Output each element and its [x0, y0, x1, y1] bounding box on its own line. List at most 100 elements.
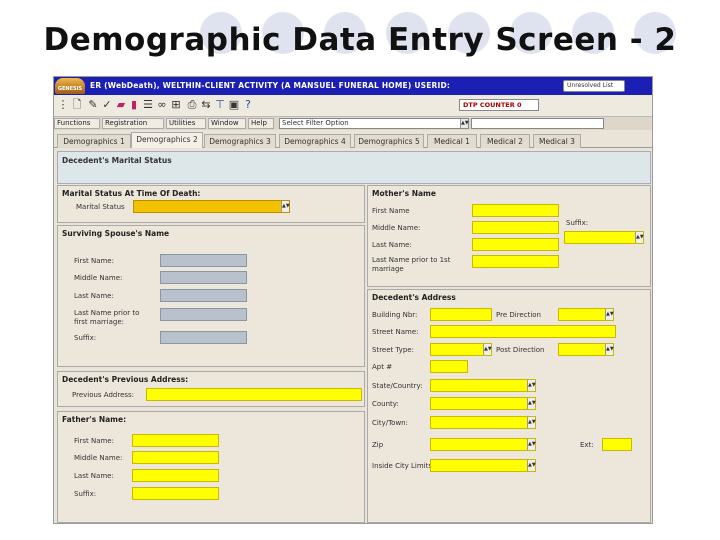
dropdown-arrow-icon[interactable]: ▲▼ [527, 460, 536, 471]
binoculars-icon[interactable]: ∞ [156, 98, 168, 112]
genesis-logo: GENESIS [55, 78, 85, 94]
zip-ext-label: Ext: [580, 441, 594, 449]
apt-number-label: Apt # [372, 363, 393, 371]
street-name-label: Street Name: [372, 328, 419, 336]
county-label: County: [372, 400, 399, 408]
father-name-title: Father's Name: [62, 415, 127, 424]
tab-demographics-5[interactable]: Demographics 5 [354, 134, 424, 148]
menu-functions[interactable]: Functions [54, 118, 100, 129]
father-last-name-label: Last Name: [74, 472, 114, 480]
edit-document-icon[interactable]: ✎ [87, 98, 99, 112]
dropdown-arrow-icon[interactable]: ▲▼ [527, 439, 536, 450]
print-icon[interactable]: ⎙ [186, 98, 198, 112]
dropdown-arrow-icon[interactable]: ▲▼ [460, 119, 469, 128]
dropdown-arrow-icon[interactable]: ▲▼ [483, 344, 492, 355]
marital-status-banner: Decedent's Marital Status [57, 151, 651, 184]
zip-ext-input[interactable] [602, 438, 632, 451]
dropdown-arrow-icon[interactable]: ▲▼ [281, 201, 290, 212]
spouse-suffix-input[interactable] [160, 331, 247, 344]
previous-address-title: Decedent's Previous Address: [62, 375, 189, 384]
city-town-label: City/Town: [372, 419, 408, 427]
father-suffix-input[interactable] [132, 487, 219, 500]
state-country-select[interactable]: ▲▼ [430, 379, 536, 392]
dropdown-arrow-icon[interactable]: ▲▼ [605, 344, 614, 355]
mother-last-name-input[interactable] [472, 238, 559, 251]
window-icon[interactable]: ▣ [228, 98, 240, 112]
help-icon[interactable]: ? [242, 98, 254, 112]
menu-window[interactable]: Window [208, 118, 246, 129]
dropdown-arrow-icon[interactable]: ▲▼ [527, 398, 536, 409]
dropdown-arrow-icon[interactable]: ▲▼ [527, 417, 536, 428]
father-last-name-input[interactable] [132, 469, 219, 482]
toolbar: ⋮ 🗋 ✎ ✓ ▰ ▮ ☰ ∞ ⊞ ⎙ ⇆ ⊤ ▣ ? DTP COUNTER … [54, 95, 652, 117]
tab-medical-2[interactable]: Medical 2 [480, 134, 530, 148]
marital-status-select[interactable]: ▲▼ [133, 200, 290, 213]
spouse-middle-name-input[interactable] [160, 271, 247, 284]
father-first-name-input[interactable] [132, 434, 219, 447]
grip-icon: ⋮ [57, 98, 69, 111]
dropdown-arrow-icon[interactable]: ▲▼ [527, 380, 536, 391]
city-town-select[interactable]: ▲▼ [430, 416, 536, 429]
state-country-label: State/Country: [372, 382, 423, 390]
hierarchy-icon[interactable]: ⊤ [214, 98, 226, 112]
marital-status-panel: Marital Status At Time Of Death: Marital… [57, 185, 365, 223]
list-icon[interactable]: ☰ [142, 98, 154, 112]
window-title: ER (WebDeath), WELTHIN-CLIENT ACTIVITY (… [90, 81, 451, 90]
menu-registration[interactable]: Registration [102, 118, 164, 129]
bookmark-icon[interactable]: ▮ [128, 98, 140, 112]
tab-demographics-3[interactable]: Demographics 3 [204, 134, 276, 148]
spouse-prior-name-label-1: Last Name prior to [74, 309, 140, 317]
spouse-last-name-input[interactable] [160, 289, 247, 302]
mother-first-name-label: First Name [372, 207, 410, 215]
father-suffix-label: Suffix: [74, 490, 97, 498]
spouse-prior-last-name-input[interactable] [160, 308, 247, 321]
dropdown-arrow-icon[interactable]: ▲▼ [635, 232, 644, 243]
previous-address-input[interactable] [146, 388, 362, 401]
tab-medical-1[interactable]: Medical 1 [427, 134, 477, 148]
building-number-input[interactable] [430, 308, 492, 321]
spouse-first-name-label: First Name: [74, 257, 114, 265]
apt-number-input[interactable] [430, 360, 468, 373]
decedent-address-panel: Decedent's Address Building Nbr: Pre Dir… [367, 289, 651, 523]
mother-suffix-select[interactable]: ▲▼ [564, 231, 644, 244]
filter-value-input[interactable] [471, 118, 604, 129]
transfer-icon[interactable]: ⇆ [200, 98, 212, 112]
surviving-spouse-panel: Surviving Spouse's Name First Name: Midd… [57, 225, 365, 367]
zip-label: Zip [372, 441, 384, 449]
menu-help[interactable]: Help [248, 118, 274, 129]
building-number-label: Building Nbr: [372, 311, 418, 319]
menu-utilities[interactable]: Utilities [166, 118, 206, 129]
dropdown-arrow-icon[interactable]: ▲▼ [605, 309, 614, 320]
county-select[interactable]: ▲▼ [430, 397, 536, 410]
mother-first-name-input[interactable] [472, 204, 559, 217]
mother-middle-name-label: Middle Name: [372, 224, 421, 232]
application-window: GENESIS ER (WebDeath), WELTHIN-CLIENT AC… [53, 76, 653, 524]
tab-demographics-1[interactable]: Demographics 1 [57, 134, 131, 148]
post-direction-label: Post Direction [496, 346, 545, 354]
menubar: Functions Registration Utilities Window … [54, 117, 652, 130]
tab-medical-3[interactable]: Medical 3 [533, 134, 581, 148]
spouse-first-name-input[interactable] [160, 254, 247, 267]
mother-suffix-label: Suffix: [566, 219, 589, 227]
street-name-input[interactable] [430, 325, 616, 338]
new-document-icon[interactable]: 🗋 [71, 98, 83, 112]
father-middle-name-input[interactable] [132, 451, 219, 464]
previous-address-label: Previous Address: [72, 391, 135, 399]
tab-demographics-4[interactable]: Demographics 4 [279, 134, 351, 148]
unresolved-list-dropdown[interactable]: Unresolved List [563, 80, 625, 92]
lookup-icon[interactable]: ⊞ [170, 98, 182, 112]
checklist-icon[interactable]: ✓ [101, 98, 113, 112]
pre-direction-select[interactable]: ▲▼ [558, 308, 614, 321]
mother-middle-name-input[interactable] [472, 221, 559, 234]
street-type-select[interactable]: ▲▼ [430, 343, 492, 356]
post-direction-select[interactable]: ▲▼ [558, 343, 614, 356]
inside-city-limits-select[interactable]: ▲▼ [430, 459, 536, 472]
spouse-last-name-label: Last Name: [74, 292, 114, 300]
mother-prior-name-label-2: marriage [372, 265, 404, 273]
banner-title: Decedent's Marital Status [62, 156, 172, 165]
tab-demographics-2[interactable]: Demographics 2 [131, 132, 203, 148]
mother-prior-last-name-input[interactable] [472, 255, 559, 268]
filter-option-select[interactable]: Select Filter Option ▲▼ [279, 118, 469, 129]
zip-select[interactable]: ▲▼ [430, 438, 536, 451]
book-icon[interactable]: ▰ [115, 98, 127, 112]
